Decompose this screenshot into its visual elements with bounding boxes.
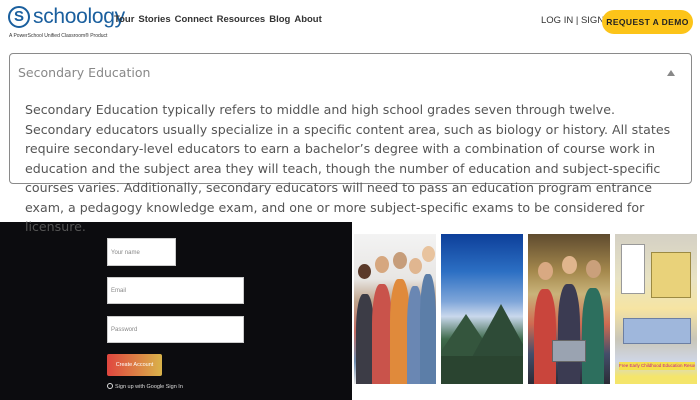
mountain-landscape-photo[interactable] bbox=[441, 234, 523, 384]
photo-figure bbox=[372, 284, 392, 384]
photo-figure bbox=[558, 284, 580, 384]
photo-figure-head bbox=[538, 262, 553, 280]
photo-figure-head bbox=[393, 252, 407, 269]
google-signup-link[interactable]: Sign up with Google Sign In bbox=[107, 383, 183, 390]
photo-figure bbox=[420, 274, 436, 384]
nav-connect[interactable]: Connect bbox=[175, 14, 213, 25]
photo-figure-head bbox=[586, 260, 601, 278]
site-header: S schoology A PowerSchool Unified Classr… bbox=[0, 0, 700, 44]
google-signup-label: Sign up with Google Sign In bbox=[115, 384, 183, 390]
accordion-title[interactable]: Secondary Education bbox=[18, 65, 150, 80]
signup-panel: Your name Email Password Create Account … bbox=[0, 222, 352, 400]
photo-figure-head bbox=[375, 256, 389, 273]
collapse-arrow-icon[interactable] bbox=[667, 70, 675, 76]
photo-figure bbox=[534, 289, 556, 384]
nav-stories[interactable]: Stories bbox=[138, 14, 170, 25]
nav-about[interactable]: About bbox=[294, 14, 321, 25]
photo-book bbox=[651, 252, 691, 298]
students-laptop-photo[interactable] bbox=[528, 234, 610, 384]
photo-figure-head bbox=[409, 258, 422, 274]
photo-figure-head bbox=[422, 246, 435, 262]
students-group-photo[interactable] bbox=[354, 234, 436, 384]
schoology-logo[interactable]: S schoology A PowerSchool Unified Classr… bbox=[8, 5, 125, 40]
early-childhood-resources-image[interactable]: Free Early Childhood Education Resources bbox=[615, 234, 697, 384]
nav-blog[interactable]: Blog bbox=[269, 14, 290, 25]
laptop-icon bbox=[552, 340, 586, 362]
photo-figure bbox=[582, 288, 604, 384]
photo-mountain bbox=[471, 304, 523, 359]
photo-figure-head bbox=[562, 256, 577, 274]
photo-foreground bbox=[441, 356, 523, 384]
accordion-body-text: Secondary Education typically refers to … bbox=[25, 102, 671, 234]
photo-book bbox=[623, 318, 691, 344]
create-account-button[interactable]: Create Account bbox=[107, 354, 162, 376]
logo-wordmark: schoology bbox=[33, 5, 125, 28]
main-nav: Tour Stories Connect Resources Blog Abou… bbox=[114, 14, 322, 25]
name-field[interactable]: Your name bbox=[107, 238, 176, 266]
password-field[interactable]: Password bbox=[107, 316, 244, 343]
nav-tour[interactable]: Tour bbox=[114, 14, 134, 25]
request-demo-button[interactable]: REQUEST A DEMO bbox=[602, 10, 693, 34]
email-field[interactable]: Email bbox=[107, 277, 244, 304]
google-icon bbox=[107, 383, 113, 389]
logo-tagline: A PowerSchool Unified Classroom® Product bbox=[9, 33, 108, 39]
nav-resources[interactable]: Resources bbox=[217, 14, 266, 25]
photo-figure-head bbox=[358, 264, 371, 279]
logo-mark-icon: S bbox=[8, 6, 30, 28]
resources-banner: Free Early Childhood Education Resources bbox=[619, 362, 695, 370]
photo-book bbox=[621, 244, 645, 294]
